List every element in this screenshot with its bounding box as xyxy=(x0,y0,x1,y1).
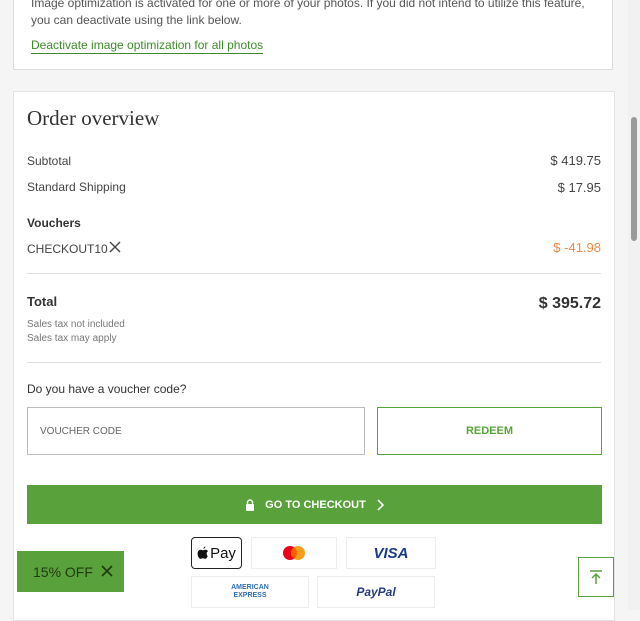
apple-icon xyxy=(197,546,209,559)
lock-icon xyxy=(246,498,255,511)
go-to-checkout-button[interactable]: GO TO CHECKOUT xyxy=(27,485,602,524)
visa-logo: VISA xyxy=(346,537,436,569)
arrow-up-icon xyxy=(590,570,602,584)
vouchers-heading: Vouchers xyxy=(27,216,81,230)
notice-text: Image optimization is activated for one … xyxy=(31,0,585,27)
order-overview-title: Order overview xyxy=(27,106,160,130)
close-icon xyxy=(109,241,121,253)
subtotal-value: $ 419.75 xyxy=(550,153,601,168)
divider xyxy=(27,273,601,274)
voucher-question: Do you have a voucher code? xyxy=(27,382,187,396)
deactivate-optimization-link[interactable]: Deactivate image optimization for all ph… xyxy=(31,38,264,54)
divider xyxy=(27,362,601,363)
subtotal-label: Subtotal xyxy=(27,154,72,168)
remove-voucher-button[interactable] xyxy=(108,240,122,254)
close-icon[interactable] xyxy=(100,564,114,578)
mastercard-icon xyxy=(283,546,305,560)
redeem-label: REDEEM xyxy=(465,425,514,437)
voucher-discount: $ -41.98 xyxy=(553,240,601,255)
paypal-logo: PayPal xyxy=(317,576,435,608)
scrollbar[interactable] xyxy=(628,0,640,610)
amex-text: AMERICAN xyxy=(231,584,269,591)
visa-text: VISA xyxy=(373,544,409,562)
total-value: $ 395.72 xyxy=(538,295,601,312)
tax-note: Sales tax not included xyxy=(27,319,125,330)
tax-note: Sales tax may apply xyxy=(27,333,117,344)
paypal-text: PayPal xyxy=(356,585,396,599)
image-optimization-notice: Image optimization is activated for one … xyxy=(13,0,613,70)
mastercard-logo xyxy=(251,537,337,569)
scroll-to-top-button[interactable] xyxy=(578,557,614,597)
voucher-code-input[interactable] xyxy=(27,407,365,455)
total-label: Total xyxy=(27,294,58,309)
discount-badge[interactable]: 15% OFF xyxy=(17,551,124,592)
checkout-label: GO TO CHECKOUT xyxy=(265,498,366,511)
scrollbar-thumb[interactable] xyxy=(631,117,637,241)
amex-logo: AMERICAN EXPRESS xyxy=(191,576,309,608)
amex-text: EXPRESS xyxy=(233,592,267,599)
apple-pay-logo: Pay xyxy=(191,537,242,569)
shipping-value: $ 17.95 xyxy=(557,180,601,195)
shipping-label: Standard Shipping xyxy=(27,180,126,194)
voucher-code: CHECKOUT10 xyxy=(27,242,108,256)
discount-badge-label: 15% OFF xyxy=(33,563,93,580)
chevron-right-icon xyxy=(377,498,384,511)
redeem-button[interactable]: REDEEM xyxy=(377,407,602,455)
apple-pay-text: Pay xyxy=(210,544,236,562)
